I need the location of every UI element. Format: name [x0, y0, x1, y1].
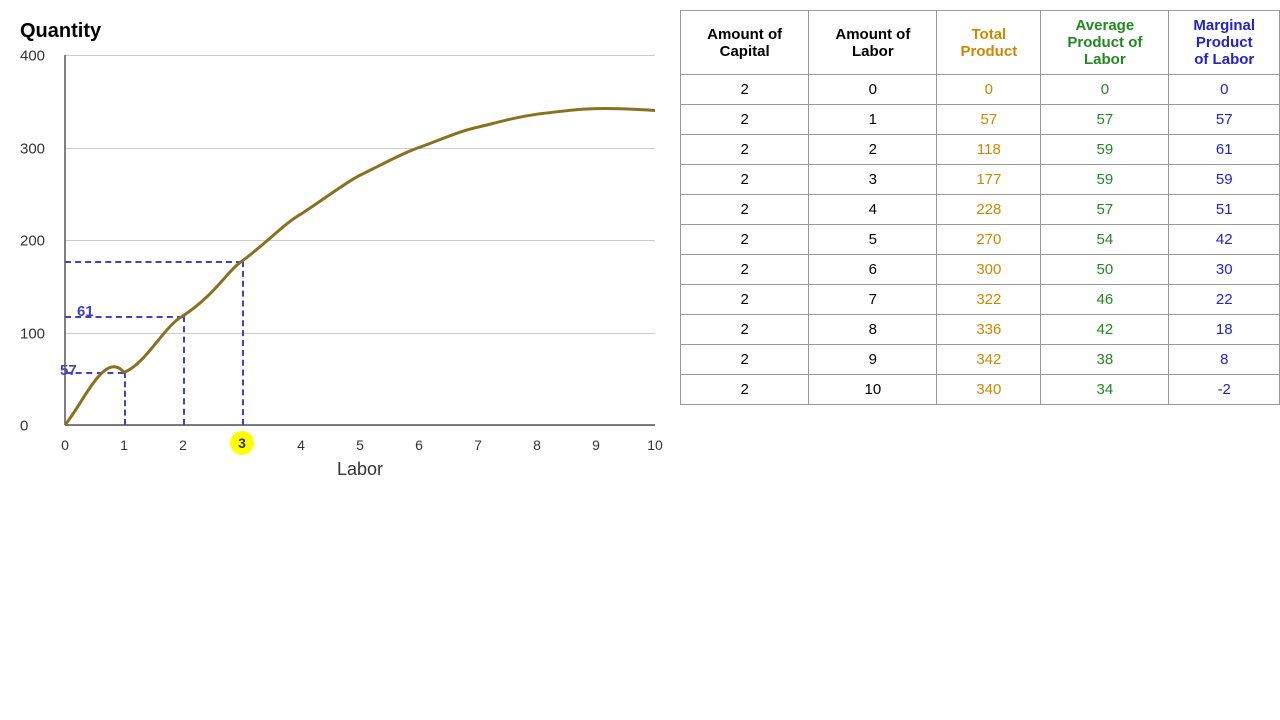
cell-avg: 57 [1041, 195, 1169, 225]
cell-labor: 4 [809, 195, 937, 225]
cell-capital: 2 [681, 255, 809, 285]
y-label-0: 0 [20, 418, 28, 435]
cell-avg: 59 [1041, 165, 1169, 195]
quantity-label: Quantity [20, 20, 101, 43]
cell-capital: 2 [681, 345, 809, 375]
chart-area: 400 300 200 100 0 0 1 2 3 4 5 6 7 8 9 10… [65, 55, 655, 425]
cell-capital: 2 [681, 105, 809, 135]
cell-marginal: 42 [1169, 225, 1280, 255]
cell-total: 228 [937, 195, 1041, 225]
cell-capital: 2 [681, 165, 809, 195]
cell-labor: 8 [809, 315, 937, 345]
table-row: 242285751 [681, 195, 1280, 225]
cell-total: 270 [937, 225, 1041, 255]
cell-labor: 7 [809, 285, 937, 315]
data-table: Amount ofCapital Amount ofLabor TotalPro… [680, 10, 1280, 405]
cell-capital: 2 [681, 375, 809, 405]
table-row: 221185961 [681, 135, 1280, 165]
table-row: 231775959 [681, 165, 1280, 195]
cell-marginal: 0 [1169, 75, 1280, 105]
y-label-300: 300 [20, 140, 45, 157]
cell-marginal: -2 [1169, 375, 1280, 405]
cell-marginal: 57 [1169, 105, 1280, 135]
cell-capital: 2 [681, 225, 809, 255]
col-header-capital: Amount ofCapital [681, 11, 809, 75]
cell-total: 57 [937, 105, 1041, 135]
cell-avg: 59 [1041, 135, 1169, 165]
cell-labor: 9 [809, 345, 937, 375]
cell-total: 118 [937, 135, 1041, 165]
production-curve [65, 55, 655, 425]
labor-label: Labor [337, 459, 383, 480]
y-label-400: 400 [20, 48, 45, 65]
x-tick-2: 2 [179, 437, 187, 453]
cell-total: 342 [937, 345, 1041, 375]
cell-marginal: 8 [1169, 345, 1280, 375]
cell-marginal: 59 [1169, 165, 1280, 195]
table-row: 21575757 [681, 105, 1280, 135]
cell-avg: 50 [1041, 255, 1169, 285]
table-row: 273224622 [681, 285, 1280, 315]
col-header-total: TotalProduct [937, 11, 1041, 75]
x-tick-7: 7 [474, 437, 482, 453]
cell-total: 322 [937, 285, 1041, 315]
cell-labor: 2 [809, 135, 937, 165]
cell-marginal: 30 [1169, 255, 1280, 285]
x-tick-9: 9 [592, 437, 600, 453]
cell-avg: 34 [1041, 375, 1169, 405]
x-tick-1: 1 [120, 437, 128, 453]
cell-marginal: 51 [1169, 195, 1280, 225]
cell-capital: 2 [681, 285, 809, 315]
cell-total: 0 [937, 75, 1041, 105]
cell-marginal: 22 [1169, 285, 1280, 315]
col-header-marginal: MarginalProductof Labor [1169, 11, 1280, 75]
cell-labor: 10 [809, 375, 937, 405]
x-tick-8: 8 [533, 437, 541, 453]
chart-section: Quantity 400 300 200 100 0 0 1 2 3 4 5 6… [10, 10, 670, 530]
cell-marginal: 61 [1169, 135, 1280, 165]
cell-labor: 1 [809, 105, 937, 135]
cell-avg: 0 [1041, 75, 1169, 105]
table-row: 21034034-2 [681, 375, 1280, 405]
x-tick-5: 5 [356, 437, 364, 453]
cell-labor: 5 [809, 225, 937, 255]
table-section: Amount ofCapital Amount ofLabor TotalPro… [680, 10, 1280, 405]
y-label-200: 200 [20, 233, 45, 250]
cell-capital: 2 [681, 75, 809, 105]
x-tick-4: 4 [297, 437, 305, 453]
x-tick-6: 6 [415, 437, 423, 453]
cell-total: 336 [937, 315, 1041, 345]
col-header-labor: Amount ofLabor [809, 11, 937, 75]
cell-avg: 54 [1041, 225, 1169, 255]
cell-avg: 42 [1041, 315, 1169, 345]
cell-capital: 2 [681, 135, 809, 165]
table-row: 252705442 [681, 225, 1280, 255]
cell-capital: 2 [681, 315, 809, 345]
table-row: 263005030 [681, 255, 1280, 285]
table-row: 283364218 [681, 315, 1280, 345]
cell-total: 300 [937, 255, 1041, 285]
cell-avg: 38 [1041, 345, 1169, 375]
cell-total: 340 [937, 375, 1041, 405]
col-header-avg: AverageProduct ofLabor [1041, 11, 1169, 75]
table-row: 20000 [681, 75, 1280, 105]
cell-labor: 0 [809, 75, 937, 105]
table-row: 29342388 [681, 345, 1280, 375]
y-label-100: 100 [20, 325, 45, 342]
x-tick-10: 10 [647, 437, 663, 453]
cell-labor: 6 [809, 255, 937, 285]
cell-total: 177 [937, 165, 1041, 195]
cell-avg: 57 [1041, 105, 1169, 135]
x-tick-3-highlighted: 3 [230, 431, 254, 455]
cell-capital: 2 [681, 195, 809, 225]
cell-labor: 3 [809, 165, 937, 195]
cell-avg: 46 [1041, 285, 1169, 315]
x-tick-0: 0 [61, 437, 69, 453]
cell-marginal: 18 [1169, 315, 1280, 345]
